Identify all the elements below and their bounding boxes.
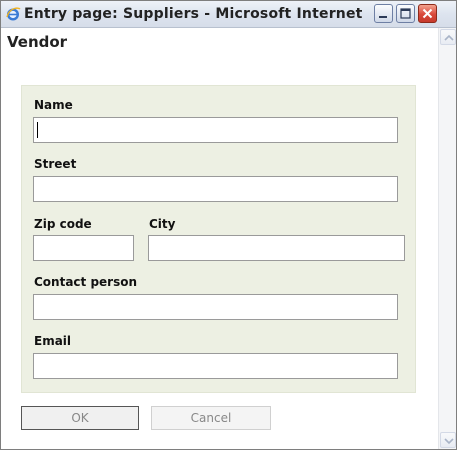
chevron-up-icon xyxy=(444,34,454,41)
maximize-icon xyxy=(400,8,411,19)
street-field[interactable] xyxy=(33,176,398,202)
email-input[interactable] xyxy=(34,354,397,378)
scroll-down-button[interactable] xyxy=(440,432,456,448)
form-heading: Vendor xyxy=(7,33,68,51)
email-field[interactable] xyxy=(33,353,398,379)
zip-field[interactable] xyxy=(33,235,134,261)
window-title: Entry page: Suppliers - Microsoft Intern… xyxy=(24,6,369,22)
name-label: Name xyxy=(34,98,73,112)
browser-window: Entry page: Suppliers - Microsoft Intern… xyxy=(0,0,457,450)
cancel-button[interactable]: Cancel xyxy=(151,406,271,430)
title-bar[interactable]: Entry page: Suppliers - Microsoft Intern… xyxy=(1,1,456,28)
contact-field[interactable] xyxy=(33,294,398,320)
ie-icon xyxy=(5,6,21,22)
name-input[interactable] xyxy=(34,118,397,142)
contact-input[interactable] xyxy=(34,295,397,319)
ok-button[interactable]: OK xyxy=(21,406,139,430)
scroll-up-button[interactable] xyxy=(440,29,456,45)
street-label: Street xyxy=(34,157,77,171)
chevron-down-icon xyxy=(444,438,454,445)
maximize-button[interactable] xyxy=(396,4,415,23)
name-field[interactable] xyxy=(33,117,398,143)
city-field[interactable] xyxy=(148,235,405,261)
contact-label: Contact person xyxy=(34,275,138,289)
zip-input[interactable] xyxy=(34,236,133,260)
email-label: Email xyxy=(34,334,72,348)
text-caret xyxy=(37,122,38,138)
city-label: City xyxy=(149,217,176,231)
vertical-scrollbar[interactable] xyxy=(438,28,456,449)
minimize-icon xyxy=(379,16,387,18)
minimize-button[interactable] xyxy=(374,4,393,23)
zip-label: Zip code xyxy=(34,217,92,231)
close-button[interactable] xyxy=(418,4,437,23)
street-input[interactable] xyxy=(34,177,397,201)
close-icon xyxy=(422,8,433,19)
city-input[interactable] xyxy=(149,236,404,260)
